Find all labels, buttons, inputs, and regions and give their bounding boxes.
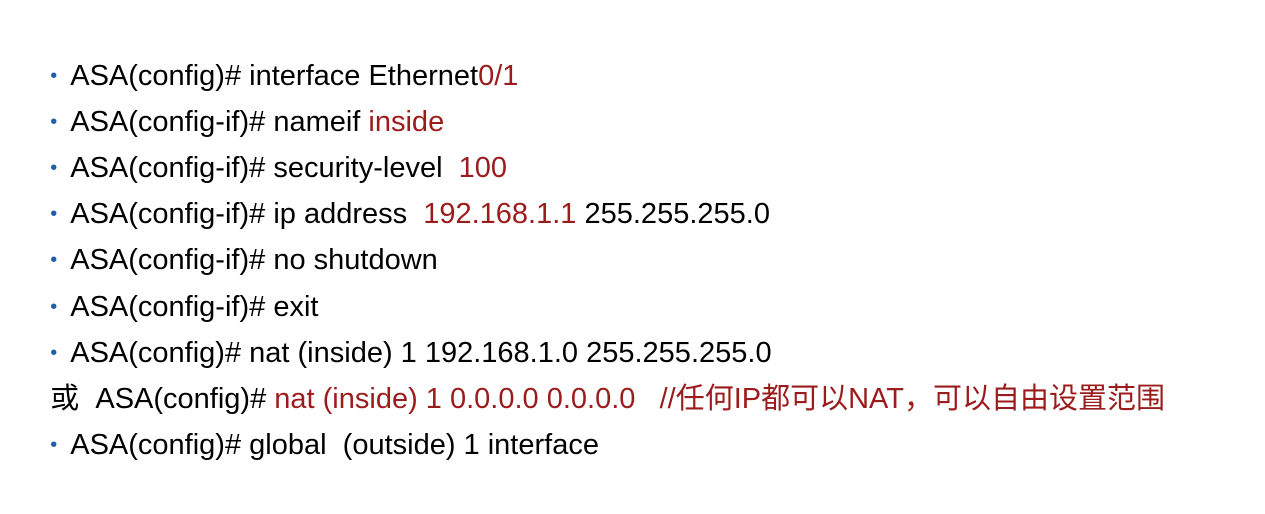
command-line-8-alternative: 或 ASA(config)# nat (inside) 1 0.0.0.0 0.… <box>18 330 1165 415</box>
command-text: global (outside) 1 interface <box>249 429 599 461</box>
highlight-text: 192.168.1.1 <box>423 198 577 230</box>
command-line-5: • ASA(config-if)# no shutdown <box>18 191 438 276</box>
command-line-7: • ASA(config)# nat (inside) 1 192.168.1.0… <box>18 284 771 369</box>
command-line-1: • ASA(config)# interface Ethernet0/1 <box>18 7 518 92</box>
command-line-9: • ASA(config)# global (outside) 1 interfa… <box>18 376 599 461</box>
bullet-icon: • <box>50 434 58 456</box>
command-line-6: • ASA(config-if)# exit <box>18 238 318 323</box>
command-line-4: • ASA(config-if)# ip address 192.168.1.1 … <box>18 145 770 230</box>
slide-content: • ASA(config)# interface Ethernet0/1 • ASA… <box>0 0 1265 461</box>
command-line-3: • ASA(config-if)# security-level 100 <box>18 99 507 184</box>
highlight-text: 0/1 <box>478 60 519 92</box>
command-line-2: • ASA(config-if)# nameif inside <box>18 53 444 138</box>
tail-text: 255.255.255.0 <box>576 198 770 230</box>
prompt-text: ASA(config)# <box>70 429 250 461</box>
